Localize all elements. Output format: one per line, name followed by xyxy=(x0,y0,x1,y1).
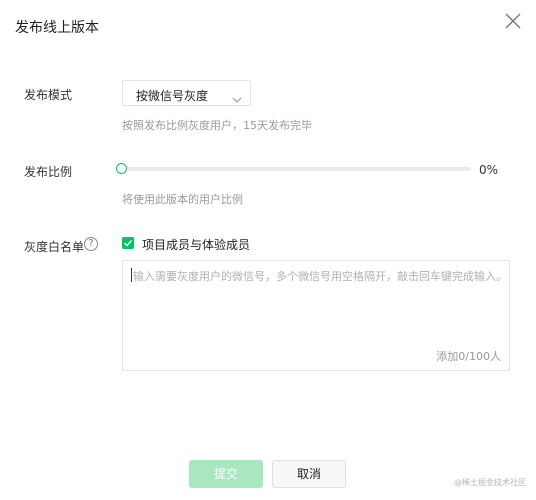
whitelist-input[interactable]: 输入需要灰度用户的微信号，多个微信号用空格隔开，敲击回车键完成输入。 添加0/1… xyxy=(122,260,510,371)
publish-ratio-hint: 将使用此版本的用户比例 xyxy=(122,193,243,206)
close-icon[interactable] xyxy=(504,12,522,30)
publish-dialog: 发布线上版本 发布模式 按微信号灰度 按照发布比例灰度用户，15天发布完毕 发布… xyxy=(0,0,536,500)
members-checkbox-label[interactable]: 项目成员与体验成员 xyxy=(142,236,250,253)
publish-ratio-label: 发布比例 xyxy=(24,165,73,179)
dialog-title: 发布线上版本 xyxy=(15,20,99,36)
check-icon xyxy=(123,239,133,247)
text-cursor xyxy=(131,268,132,282)
whitelist-label: 灰度白名单 xyxy=(24,240,85,254)
whitelist-counter: 添加0/100人 xyxy=(436,350,501,363)
submit-button[interactable]: 提交 xyxy=(189,460,263,488)
publish-mode-label: 发布模式 xyxy=(24,88,73,102)
ratio-slider-thumb[interactable] xyxy=(116,163,127,174)
chevron-down-icon xyxy=(232,89,242,103)
publish-mode-value: 按微信号灰度 xyxy=(136,89,209,103)
watermark: @稀土掘金技术社区 xyxy=(454,478,526,487)
members-checkbox[interactable] xyxy=(122,237,134,249)
cancel-button[interactable]: 取消 xyxy=(272,460,346,488)
help-icon[interactable]: ? xyxy=(84,237,98,251)
whitelist-placeholder: 输入需要灰度用户的微信号，多个微信号用空格隔开，敲击回车键完成输入。 xyxy=(133,270,507,283)
publish-mode-hint: 按照发布比例灰度用户，15天发布完毕 xyxy=(122,119,312,132)
ratio-slider-track[interactable] xyxy=(121,167,471,171)
publish-mode-select[interactable]: 按微信号灰度 xyxy=(122,80,251,106)
ratio-value: 0% xyxy=(479,163,499,177)
